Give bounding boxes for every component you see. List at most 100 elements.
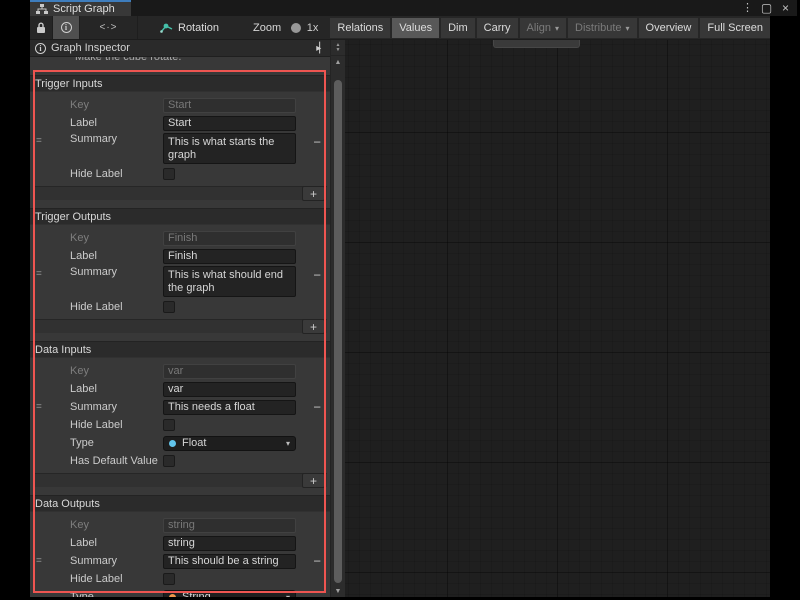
inspector-row: Keyvar: [30, 363, 330, 379]
zoom-slider-knob[interactable]: [291, 23, 301, 33]
add-item-button[interactable]: +: [302, 319, 325, 334]
toolbar-button-dim[interactable]: Dim: [441, 18, 475, 38]
summary-field[interactable]: This is what starts the graph: [163, 133, 296, 164]
inspector-content: Make the cube rotate. Trigger InputsKeyS…: [30, 57, 330, 597]
list-footer: +: [33, 186, 327, 200]
drag-handle-icon[interactable]: =: [36, 556, 42, 567]
list-footer: +: [33, 473, 327, 487]
field-label: Has Default Value: [70, 455, 163, 467]
hide-label-checkbox[interactable]: [163, 573, 175, 585]
menu-kebab-icon[interactable]: ⋮: [740, 1, 755, 15]
field-label: Key: [70, 519, 163, 531]
hide-label-checkbox[interactable]: [163, 301, 175, 313]
summary-field[interactable]: This is what should end the graph: [163, 266, 296, 297]
key-field[interactable]: Start: [163, 98, 296, 113]
remove-item-button[interactable]: −: [313, 401, 321, 414]
inspector-row: =SummaryThis should be a string−: [30, 553, 330, 569]
toolbar-button-label: Relations: [337, 22, 383, 34]
inspector-row: = SummaryThis is what starts the graph −: [30, 133, 330, 164]
summary-field[interactable]: This should be a string: [163, 554, 296, 569]
has-default-value-checkbox[interactable]: [163, 455, 175, 467]
drag-handle-icon[interactable]: =: [36, 269, 42, 280]
type-dropdown[interactable]: String▾: [163, 590, 296, 598]
type-color-dot-icon: [169, 440, 176, 447]
toolbar-button-values[interactable]: Values: [392, 18, 439, 38]
inspector-row: KeyStart: [30, 97, 330, 113]
align-dropdown-stub: [493, 40, 580, 48]
graph-inspector-header[interactable]: i Graph Inspector ▸▏: [30, 40, 330, 57]
tab-title: Script Graph: [53, 3, 115, 15]
summary-field[interactable]: This needs a float: [163, 400, 296, 415]
field-label: Type: [70, 591, 163, 597]
type-dropdown[interactable]: Float▾: [163, 436, 296, 451]
section-header: Trigger Inputs: [30, 75, 330, 92]
drag-handle-icon[interactable]: =: [36, 402, 42, 413]
toolbar-button-group: Relations ValuesDimCarryAlign▾Distribute▾…: [330, 18, 770, 38]
remove-item-button[interactable]: −: [313, 555, 321, 568]
window-controls: ⋮ ▢ ×: [740, 0, 797, 16]
inspector-row: Hide Label: [30, 166, 330, 182]
scroll-down-icon[interactable]: ▼: [331, 585, 345, 597]
hide-label-checkbox[interactable]: [163, 419, 175, 431]
expand-panel-icon[interactable]: ▸▏: [316, 43, 325, 54]
key-field[interactable]: Finish: [163, 231, 296, 246]
toolbar-button-relations[interactable]: Relations: [330, 18, 390, 38]
scrollbar-track[interactable]: [333, 80, 343, 585]
label-field[interactable]: string: [163, 536, 296, 551]
dropdown-value: Float: [182, 437, 206, 449]
field-label: Summary: [70, 133, 163, 145]
toolbar-button-carry[interactable]: Carry: [477, 18, 518, 38]
inspector-scrollbar[interactable]: ▲ ▼ ▲ ▼: [330, 40, 345, 597]
scroll-stepper[interactable]: ▲ ▼: [331, 40, 345, 56]
key-field[interactable]: string: [163, 518, 296, 533]
toolbar-button-align[interactable]: Align▾: [520, 18, 566, 38]
rotation-button[interactable]: Rotation: [152, 18, 227, 38]
graph-canvas[interactable]: [345, 40, 770, 597]
maximize-icon[interactable]: ▢: [759, 1, 774, 15]
inspector-row: Labelstring: [30, 535, 330, 551]
rotation-graph-icon: [160, 22, 173, 33]
section-rows: KeyStartLabelStart=SummaryThis is what s…: [30, 92, 330, 182]
drag-handle-icon[interactable]: =: [36, 136, 42, 147]
inspector-toggle-button[interactable]: i: [53, 16, 80, 39]
remove-item-button[interactable]: −: [313, 136, 321, 149]
label-field[interactable]: Start: [163, 116, 296, 131]
inspector-row: Hide Label: [30, 571, 330, 587]
section-header: Trigger Outputs: [30, 208, 330, 225]
remove-item-button[interactable]: −: [313, 269, 321, 282]
inspector-row: LabelFinish: [30, 248, 330, 264]
tab-script-graph[interactable]: Script Graph: [30, 0, 131, 16]
field-label: Hide Label: [70, 301, 163, 313]
code-view-button[interactable]: <·>: [80, 16, 138, 39]
key-field[interactable]: var: [163, 364, 296, 379]
section-rows: KeyFinishLabelFinish=SummaryThis is what…: [30, 225, 330, 315]
field-label: Type: [70, 437, 163, 449]
scrollbar-thumb[interactable]: [334, 80, 342, 583]
toolbar-left-group: i <·>: [30, 16, 138, 39]
field-label: Hide Label: [70, 573, 163, 585]
label-field[interactable]: var: [163, 382, 296, 397]
add-item-button[interactable]: +: [302, 186, 325, 201]
list-footer: +: [33, 319, 327, 333]
field-label: Hide Label: [70, 419, 163, 431]
chevron-down-icon: ▾: [626, 24, 630, 33]
scroll-up-icon[interactable]: ▲: [331, 56, 345, 68]
label-field[interactable]: Finish: [163, 249, 296, 264]
close-icon[interactable]: ×: [778, 1, 793, 15]
graph-description-clipped: Make the cube rotate.: [30, 57, 330, 75]
toolbar-button-distribute[interactable]: Distribute▾: [568, 18, 636, 38]
inspector-row: Labelvar: [30, 381, 330, 397]
field-label: Key: [70, 232, 163, 244]
inspector-section-trigger-outputs: Trigger OutputsKeyFinishLabelFinish=Summ…: [30, 208, 330, 333]
toolbar-button-overview[interactable]: Overview: [639, 18, 699, 38]
toolbar-button-full-screen[interactable]: Full Screen: [700, 18, 770, 38]
zoom-slider[interactable]: [291, 23, 300, 33]
stepper-down-icon[interactable]: ▼: [336, 48, 341, 53]
hide-label-checkbox[interactable]: [163, 168, 175, 180]
inspector-row: KeyFinish: [30, 230, 330, 246]
add-item-button[interactable]: +: [302, 473, 325, 488]
field-label: Label: [70, 383, 163, 395]
unity-editor-background: { "window": { "tab_title": "Script Graph…: [0, 0, 800, 600]
lock-button[interactable]: [30, 16, 53, 39]
lock-icon: [36, 22, 46, 33]
